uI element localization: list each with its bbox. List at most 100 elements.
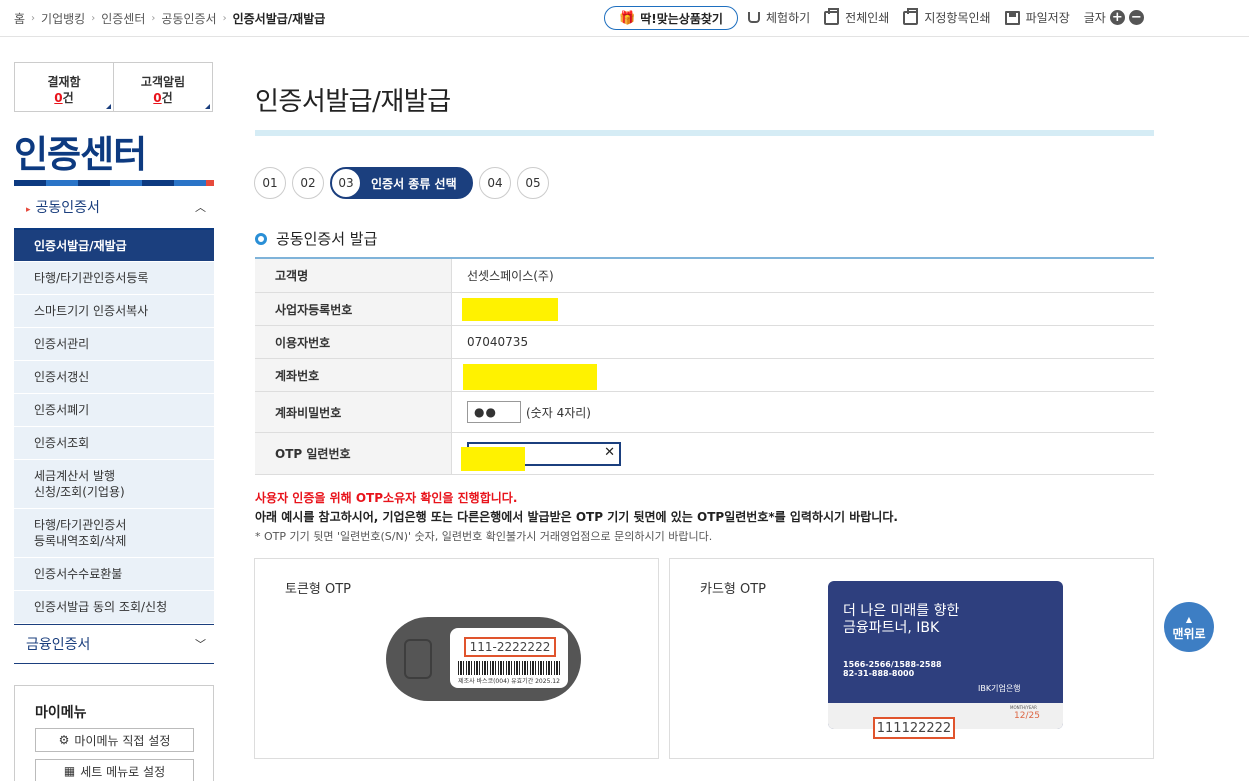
- plus-icon[interactable]: +: [1109, 10, 1125, 25]
- chevron-down-icon: ﹀: [195, 638, 206, 651]
- sidebar-item-tax-invoice[interactable]: 세금계산서 발행 신청/조회(기업용): [14, 460, 214, 509]
- print-all-button[interactable]: 전체인쇄: [824, 7, 889, 26]
- card-otp-image: 더 나은 미래를 향한 금융파트너, IBK 1566-2566/1588-25…: [828, 581, 1063, 729]
- breadcrumb-home[interactable]: 홈: [14, 10, 25, 27]
- otp-label: OTP 일련번호: [255, 433, 452, 474]
- sidebar-item-inquiry[interactable]: 인증서조회: [14, 427, 214, 460]
- save-file-button[interactable]: 파일저장: [1004, 9, 1070, 26]
- notice-red: 사용자 인증을 위해 OTP소유자 확인을 진행합니다.: [255, 491, 518, 505]
- customer-value: 선셋스페이스(주): [467, 269, 554, 283]
- step-04: 04: [479, 167, 511, 199]
- form-row-otp: OTP 일련번호 ✕: [255, 433, 1154, 475]
- form-row-password: 계좌비밀번호 ●● (숫자 4자리): [255, 392, 1154, 433]
- card-phone-1: 1566-2566/1588-2588: [843, 660, 942, 669]
- barcode-icon: [458, 661, 560, 675]
- card-phones: 1566-2566/1588-2588 82-31-888-8000: [843, 661, 942, 679]
- sidebar-item-consent[interactable]: 인증서발급 동의 조회/신청: [14, 591, 214, 624]
- step-number: 03: [331, 168, 361, 198]
- breadcrumb: 홈 › 기업뱅킹 › 인증센터 › 공동인증서 › 인증서발급/재발급: [14, 10, 325, 27]
- sidebar-item-revoke[interactable]: 인증서폐기: [14, 394, 214, 427]
- password-label: 계좌비밀번호: [255, 392, 452, 432]
- breadcrumb-corporate[interactable]: 기업뱅킹: [41, 10, 85, 27]
- top-bar: 홈 › 기업뱅킹 › 인증센터 › 공동인증서 › 인증서발급/재발급 🎁 딱!…: [0, 0, 1249, 37]
- sidebar-item-other-bank-register[interactable]: 타행/타기관인증서등록: [14, 262, 214, 295]
- customer-label: 고객명: [255, 259, 452, 292]
- my-menu-panel: 마이메뉴 ⚙ 마이메뉴 직접 설정 ▦ 세트 메뉴로 설정: [14, 685, 214, 781]
- find-product-label: 딱!맞는상품찾기: [640, 11, 723, 26]
- account-password-input[interactable]: ●●: [467, 401, 521, 423]
- my-menu-setting-button[interactable]: ⚙ 마이메뉴 직접 설정: [35, 728, 194, 752]
- card-headline-2: 금융파트너, IBK: [843, 620, 940, 636]
- redacted-highlight: [463, 364, 597, 390]
- sidebar-item-issue[interactable]: 인증서발급/재발급: [14, 230, 214, 262]
- step-indicator: 01 02 03 인증서 종류 선택 04 05: [254, 167, 555, 199]
- token-caption: 제조사 바스코(004) 유효기간 2025.12: [458, 678, 560, 685]
- form-row-bizno: 사업자등록번호: [255, 293, 1154, 326]
- token-sticker: 111-2222222 제조사 바스코(004) 유효기간 2025.12: [450, 628, 568, 688]
- corner-triangle-icon: [106, 104, 111, 109]
- section-heading: 공동인증서 발급: [255, 228, 377, 249]
- grid-icon: ▦: [63, 764, 76, 778]
- print-selected-label: 지정항목인쇄: [924, 11, 991, 25]
- sidebar-item-smart-copy[interactable]: 스마트기기 인증서복사: [14, 295, 214, 328]
- notice-small: * OTP 기기 뒷면 '일련번호(S/N)' 숫자, 일련번호 확인불가시 거…: [255, 530, 713, 543]
- card-headline: 더 나은 미래를 향한 금융파트너, IBK: [843, 603, 959, 637]
- count-unit: 건: [62, 91, 74, 105]
- floppy-icon: [1004, 10, 1020, 25]
- scroll-top-label: 맨위로: [1172, 627, 1206, 641]
- sidebar-item-fee-refund[interactable]: 인증서수수료환불: [14, 558, 214, 591]
- userno-label: 이용자번호: [255, 326, 452, 358]
- approval-count[interactable]: 0: [54, 91, 62, 105]
- set-menu-button[interactable]: ▦ 세트 메뉴로 설정: [35, 759, 194, 781]
- step-02: 02: [292, 167, 324, 199]
- breadcrumb-joint-cert[interactable]: 공동인증서: [161, 10, 216, 27]
- chevron-right-icon: ›: [222, 13, 227, 24]
- gift-icon: 🎁: [619, 10, 636, 26]
- token-otp-image: 111-2222222 제조사 바스코(004) 유효기간 2025.12: [386, 617, 581, 701]
- step-01: 01: [254, 167, 286, 199]
- token-serial: 111-2222222: [464, 637, 556, 657]
- customer-alert-count[interactable]: 0: [153, 91, 161, 105]
- sidebar-item-other-bank-history[interactable]: 타행/타기관인증서 등록내역조회/삭제: [14, 509, 214, 558]
- password-value: ●● (숫자 4자리): [452, 392, 1154, 432]
- font-size-label: 글자: [1083, 11, 1106, 25]
- sidebar-section-financial-cert[interactable]: 금융인증서 ﹀: [14, 624, 214, 664]
- bizno-label: 사업자등록번호: [255, 293, 452, 325]
- token-hole: [404, 639, 432, 679]
- page-title: 인증서발급/재발급: [255, 87, 451, 117]
- sidebar-item-renew[interactable]: 인증서갱신: [14, 361, 214, 394]
- card-month-year: MONTH/YEAR: [1010, 705, 1037, 710]
- approval-box[interactable]: 결재함 0건: [15, 63, 113, 111]
- bizno-value: [452, 293, 1154, 325]
- clear-icon[interactable]: ✕: [604, 445, 615, 460]
- step-05: 05: [517, 167, 549, 199]
- gear-icon: ⚙: [58, 733, 70, 747]
- approval-label: 결재함: [47, 75, 81, 89]
- card-phone-2: 82-31-888-8000: [843, 669, 915, 678]
- font-size-control: 글자 + −: [1084, 9, 1144, 26]
- minus-icon[interactable]: −: [1128, 10, 1144, 25]
- step-03-active: 03 인증서 종류 선택: [330, 167, 473, 199]
- account-label: 계좌번호: [255, 359, 452, 391]
- token-otp-example: 토큰형 OTP 111-2222222 제조사 바스코(004) 유효기간 20…: [254, 558, 659, 759]
- customer-alert-box[interactable]: 고객알림 0건: [113, 63, 212, 111]
- section-label: 공동인증서: [35, 200, 100, 216]
- trial-button[interactable]: 체험하기: [748, 9, 810, 26]
- printer-icon: [824, 7, 840, 25]
- corner-triangle-icon: [205, 104, 210, 109]
- card-otp-title: 카드형 OTP: [700, 582, 767, 597]
- print-selected-button[interactable]: 지정항목인쇄: [903, 7, 991, 26]
- sidebar-item-manage[interactable]: 인증서관리: [14, 328, 214, 361]
- find-product-button[interactable]: 🎁 딱!맞는상품찾기: [604, 6, 738, 30]
- section-label: 금융인증서: [26, 637, 91, 653]
- scroll-top-button[interactable]: ▲ 맨위로: [1164, 602, 1214, 652]
- arrow-up-icon: ▲: [1185, 615, 1193, 624]
- card-serial: 111122222: [873, 717, 955, 739]
- trial-label: 체험하기: [766, 11, 811, 25]
- form-row-account: 계좌번호: [255, 359, 1154, 392]
- sidebar-menu: 인증서발급/재발급 타행/타기관인증서등록 스마트기기 인증서복사 인증서관리 …: [14, 228, 214, 624]
- sidebar-section-joint-cert[interactable]: ▸ 공동인증서 ︿: [14, 187, 214, 227]
- save-file-label: 파일저장: [1025, 11, 1070, 25]
- breadcrumb-cert-center[interactable]: 인증센터: [101, 10, 145, 27]
- set-menu-label: 세트 메뉴로 설정: [80, 764, 166, 779]
